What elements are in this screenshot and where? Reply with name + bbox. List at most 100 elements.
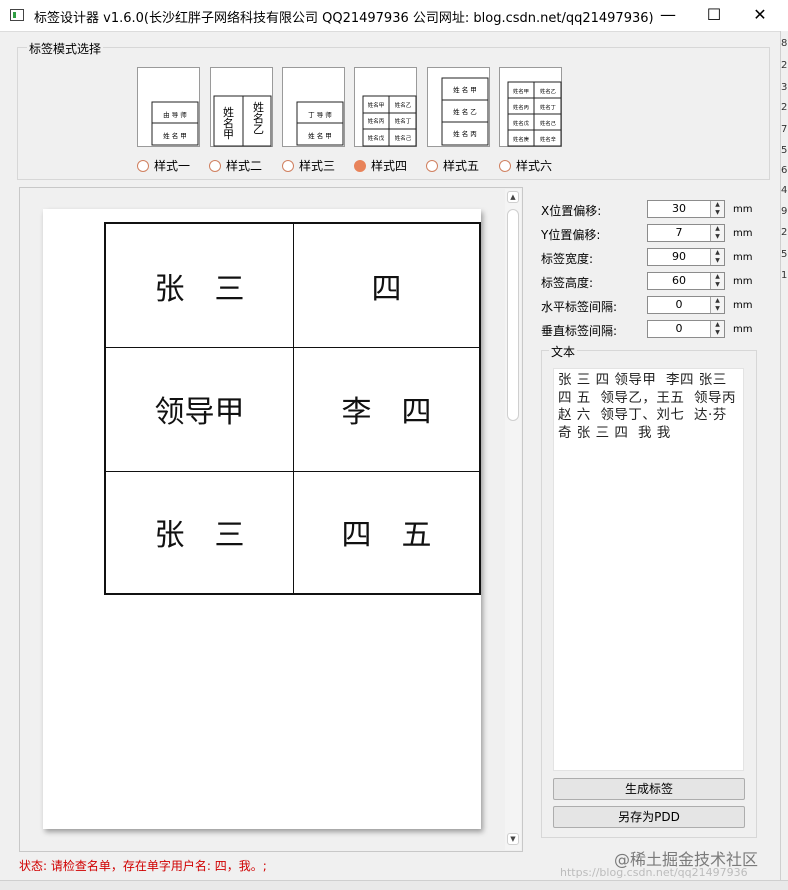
- background-digit: 37: [781, 82, 788, 93]
- spin-up-icon[interactable]: ▲: [710, 297, 724, 305]
- thumb-text: 姓名丁: [395, 117, 412, 125]
- thumb-text: 姓名甲: [222, 105, 235, 139]
- radio-dot: [499, 159, 511, 172]
- spin-value[interactable]: 30: [648, 201, 710, 217]
- spin-down-icon[interactable]: ▼: [710, 209, 724, 217]
- thumb-text: 姓名乙: [395, 101, 412, 109]
- background-digit: 56: [781, 249, 788, 260]
- thumb-text: 姓名甲: [513, 87, 529, 95]
- generate-labels-button[interactable]: 生成标签: [553, 778, 745, 800]
- text-group-title: 文本: [549, 343, 578, 360]
- thumb-text: 姓名戊: [368, 134, 385, 142]
- background-digit: 85: [781, 38, 788, 49]
- spin-up-icon[interactable]: ▲: [710, 321, 724, 329]
- thumb-text: 丁 导 师: [308, 110, 332, 119]
- watermark-url: https://blog.csdn.net/qq21497936: [560, 866, 748, 879]
- minimize-button[interactable]: —: [645, 0, 691, 31]
- x-offset-spinbox[interactable]: 30 ▲ ▼: [647, 200, 725, 218]
- style-six-thumbnail[interactable]: 姓名甲 姓名乙 姓名丙 姓名丁 姓名戊 姓名己 姓名庚 姓名辛: [499, 67, 562, 147]
- style-one-thumbnail[interactable]: 由 导 师 姓 名 甲: [137, 67, 200, 147]
- radio-style-six[interactable]: 样式六: [499, 157, 553, 173]
- thumb-text: 姓 名 甲: [308, 131, 332, 140]
- radio-style-four[interactable]: 样式四: [354, 157, 408, 173]
- style-four-thumbnail[interactable]: 姓名甲 姓名乙 姓名丙 姓名丁 姓名戊 姓名己: [354, 67, 417, 147]
- thumb-text: 姓 名 乙: [453, 107, 477, 116]
- radio-label: 样式一: [154, 159, 191, 173]
- radio-dot: [426, 159, 438, 172]
- background-digit: 10: [781, 270, 788, 281]
- spin-value[interactable]: 7: [648, 225, 710, 241]
- unit-label: mm: [733, 276, 753, 287]
- background-digit: 22: [781, 60, 788, 71]
- close-button[interactable]: ✕: [737, 0, 783, 31]
- spin-up-icon[interactable]: ▲: [710, 249, 724, 257]
- label-width-label: 标签宽度:: [541, 252, 594, 266]
- radio-label: 样式四: [371, 159, 408, 173]
- status-text: 状态: 请检查名单，存在单字用户名: 四，我。;: [19, 859, 267, 873]
- radio-label: 样式六: [516, 159, 553, 173]
- label-cell: 四 五: [293, 471, 481, 595]
- thumb-text: 姓 名 甲: [453, 85, 477, 94]
- vertical-gap-spinbox[interactable]: 0 ▲ ▼: [647, 320, 725, 338]
- name-list-textarea[interactable]: 张 三 四 领导甲 李四 张三 四 五 领导乙，王五 领导丙 赵 六 领导丁、刘…: [553, 368, 744, 771]
- spin-down-icon[interactable]: ▼: [710, 329, 724, 337]
- spin-up-icon[interactable]: ▲: [710, 225, 724, 233]
- style-group-title: 标签模式选择: [27, 40, 104, 57]
- background-digit: 28: [781, 227, 788, 238]
- scrollbar-thumb[interactable]: [507, 209, 519, 421]
- unit-label: mm: [733, 228, 753, 239]
- background-digit: 62: [781, 165, 788, 176]
- unit-label: mm: [733, 324, 753, 335]
- thumb-text: 姓名辛: [540, 135, 556, 143]
- style-two-thumbnail[interactable]: 姓名甲 姓名乙: [210, 67, 273, 147]
- spin-up-icon[interactable]: ▲: [710, 273, 724, 281]
- save-as-pdf-button[interactable]: 另存为PDD: [553, 806, 745, 828]
- spin-down-icon[interactable]: ▼: [710, 305, 724, 313]
- radio-dot: [209, 159, 221, 172]
- thumb-text: 姓名己: [540, 119, 557, 127]
- background-window-strip: [780, 31, 788, 889]
- spin-value[interactable]: 0: [648, 321, 710, 337]
- horizontal-gap-label: 水平标签间隔:: [541, 300, 618, 314]
- spin-value[interactable]: 90: [648, 249, 710, 265]
- window-title: 标签设计器 v1.6.0(长沙红胖子网络科技有限公司 QQ21497936 公司…: [34, 11, 654, 26]
- thumb-text: 姓名戊: [513, 119, 530, 127]
- radio-style-one[interactable]: 样式一: [137, 157, 191, 173]
- radio-dot-selected: [354, 159, 366, 172]
- horizontal-gap-spinbox[interactable]: 0 ▲ ▼: [647, 296, 725, 314]
- label-height-spinbox[interactable]: 60 ▲ ▼: [647, 272, 725, 290]
- name-list-text[interactable]: 张 三 四 领导甲 李四 张三 四 五 领导乙，王五 领导丙 赵 六 领导丁、刘…: [558, 372, 739, 442]
- label-cell: 李 四: [293, 347, 481, 472]
- unit-label: mm: [733, 252, 753, 263]
- spin-up-icon[interactable]: ▲: [710, 201, 724, 209]
- thumb-text: 姓 名 甲: [163, 131, 187, 140]
- radio-label: 样式二: [226, 159, 263, 173]
- background-digit: 2: [781, 102, 788, 113]
- spin-down-icon[interactable]: ▼: [710, 281, 724, 289]
- radio-style-three[interactable]: 样式三: [282, 157, 335, 173]
- style-three-thumbnail[interactable]: 丁 导 师 姓 名 甲: [282, 67, 345, 147]
- spin-value[interactable]: 0: [648, 297, 710, 313]
- app-icon: [10, 9, 24, 21]
- thumb-text: 姓名己: [395, 134, 412, 142]
- spin-down-icon[interactable]: ▼: [710, 257, 724, 265]
- label-cell: 领导甲: [104, 347, 294, 472]
- background-digit: 53: [781, 145, 788, 156]
- style-five-thumbnail[interactable]: 姓 名 甲 姓 名 乙 姓 名 丙: [427, 67, 490, 147]
- scroll-up-arrow-icon[interactable]: ▲: [507, 191, 519, 203]
- thumb-text: 姓名乙: [252, 100, 265, 134]
- radio-style-two[interactable]: 样式二: [209, 157, 263, 173]
- background-digit: 75: [781, 124, 788, 135]
- scroll-down-arrow-icon[interactable]: ▼: [507, 833, 519, 845]
- x-offset-label: X位置偏移:: [541, 204, 602, 218]
- maximize-button[interactable]: ☐: [691, 0, 737, 31]
- unit-label: mm: [733, 204, 753, 215]
- vertical-gap-label: 垂直标签间隔:: [541, 324, 618, 338]
- radio-style-five[interactable]: 样式五: [426, 157, 479, 173]
- radio-dot: [137, 159, 149, 172]
- label-width-spinbox[interactable]: 90 ▲ ▼: [647, 248, 725, 266]
- spin-value[interactable]: 60: [648, 273, 710, 289]
- y-offset-spinbox[interactable]: 7 ▲ ▼: [647, 224, 725, 242]
- thumb-text: 姓 名 丙: [453, 129, 477, 138]
- spin-down-icon[interactable]: ▼: [710, 233, 724, 241]
